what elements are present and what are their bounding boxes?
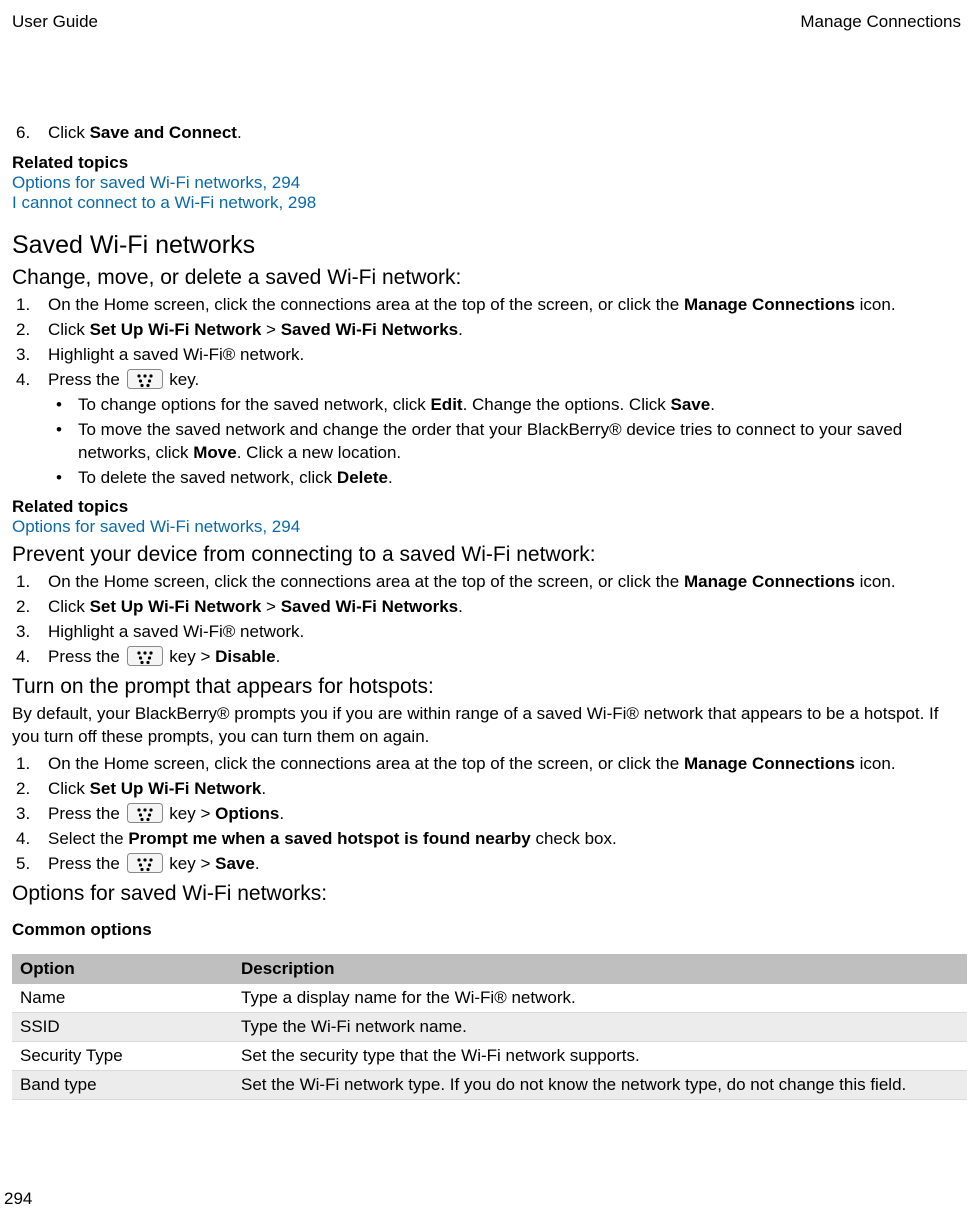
heading-options-saved-wifi: Options for saved Wi-Fi networks: [12, 882, 961, 906]
option-desc: Set the Wi-Fi network type. If you do no… [233, 1070, 967, 1099]
step-6-list: 6. Click Save and Connect. [12, 122, 961, 145]
hotspot-steps: 1. On the Home screen, click the connect… [12, 753, 961, 876]
table-row: Name Type a display name for the Wi-Fi® … [12, 983, 967, 1012]
option-name: Band type [12, 1070, 233, 1099]
option-desc: Set the security type that the Wi-Fi net… [233, 1041, 967, 1070]
related-topics-title-1: Related topics [12, 153, 961, 173]
header-right: Manage Connections [800, 12, 961, 32]
page-number: 294 [4, 1189, 32, 1209]
link-options-saved-wifi-2[interactable]: Options for saved Wi-Fi networks, 294 [12, 517, 300, 536]
table-row: Security Type Set the security type that… [12, 1041, 967, 1070]
prevent-steps: 1. On the Home screen, click the connect… [12, 571, 961, 669]
hotspot-step-2: 2. Click Set Up Wi-Fi Network. [12, 778, 961, 801]
change-step-4: 4. Press the key. [12, 369, 961, 392]
page-header: User Guide Manage Connections [12, 12, 961, 32]
change-step-3: 3. Highlight a saved Wi-Fi® network. [12, 344, 961, 367]
header-left: User Guide [12, 12, 98, 32]
hotspot-step-1: 1. On the Home screen, click the connect… [12, 753, 961, 776]
prevent-step-1: 1. On the Home screen, click the connect… [12, 571, 961, 594]
table-row: SSID Type the Wi-Fi network name. [12, 1012, 967, 1041]
table-row: Band type Set the Wi-Fi network type. If… [12, 1070, 967, 1099]
change-bullet-delete: To delete the saved network, click Delet… [48, 467, 961, 490]
prevent-step-4: 4. Press the key > Disable. [12, 646, 961, 669]
heading-prevent-connect: Prevent your device from connecting to a… [12, 543, 961, 567]
option-desc: Type a display name for the Wi-Fi® netwo… [233, 983, 967, 1012]
related-topics-title-2: Related topics [12, 497, 961, 517]
change-steps: 1. On the Home screen, click the connect… [12, 294, 961, 392]
heading-change-move-delete: Change, move, or delete a saved Wi-Fi ne… [12, 266, 961, 290]
option-desc: Type the Wi-Fi network name. [233, 1012, 967, 1041]
hotspot-step-3: 3. Press the key > Options. [12, 803, 961, 826]
table-header-option: Option [12, 954, 233, 983]
hotspot-paragraph: By default, your BlackBerry® prompts you… [12, 703, 961, 749]
option-name: Name [12, 983, 233, 1012]
table-header-description: Description [233, 954, 967, 983]
change-step-1: 1. On the Home screen, click the connect… [12, 294, 961, 317]
prevent-step-2: 2. Click Set Up Wi-Fi Network > Saved Wi… [12, 596, 961, 619]
menu-key-icon [127, 369, 163, 389]
menu-key-icon [127, 853, 163, 873]
change-bullet-move: To move the saved network and change the… [48, 419, 961, 465]
option-name: Security Type [12, 1041, 233, 1070]
step-6: 6. Click Save and Connect. [12, 122, 961, 145]
heading-hotspot-prompt: Turn on the prompt that appears for hots… [12, 675, 961, 699]
hotspot-step-5: 5. Press the key > Save. [12, 853, 961, 876]
link-options-saved-wifi-1[interactable]: Options for saved Wi-Fi networks, 294 [12, 173, 300, 192]
heading-saved-wifi-networks: Saved Wi-Fi networks [12, 231, 961, 260]
link-cannot-connect-wifi[interactable]: I cannot connect to a Wi-Fi network, 298 [12, 193, 316, 212]
table-header-row: Option Description [12, 954, 967, 983]
menu-key-icon [127, 646, 163, 666]
prevent-step-3: 3. Highlight a saved Wi-Fi® network. [12, 621, 961, 644]
option-name: SSID [12, 1012, 233, 1041]
change-step-2: 2. Click Set Up Wi-Fi Network > Saved Wi… [12, 319, 961, 342]
change-bullet-edit: To change options for the saved network,… [48, 394, 961, 417]
menu-key-icon [127, 803, 163, 823]
common-options-subheading: Common options [12, 920, 961, 940]
options-table: Option Description Name Type a display n… [12, 954, 967, 1100]
hotspot-step-4: 4. Select the Prompt me when a saved hot… [12, 828, 961, 851]
change-bullets: To change options for the saved network,… [48, 394, 961, 490]
